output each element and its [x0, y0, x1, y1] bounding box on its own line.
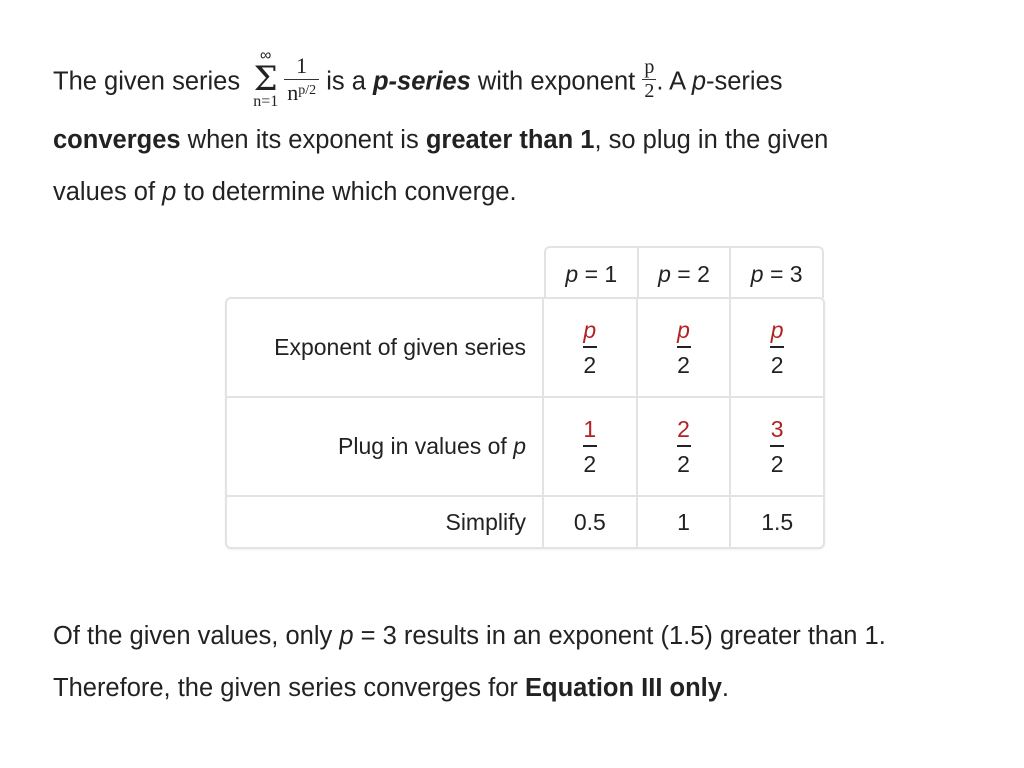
- fraction-numerator: 3: [770, 415, 784, 442]
- denominator-exponent: p/2: [298, 82, 317, 98]
- column-header-p1: p = 1: [546, 248, 639, 298]
- conclusion-text: .: [721, 674, 730, 702]
- p-var: p: [658, 261, 671, 287]
- sigma-icon: Σ: [253, 59, 278, 99]
- greater-than-1-term: greater than 1: [425, 126, 595, 154]
- fraction-denominator: 2: [677, 351, 690, 378]
- table-row-plug-in: Plug in values of p 12 22 32: [227, 398, 823, 497]
- row-label: Simplify: [227, 497, 544, 547]
- conclusion-paragraph: Of the given values, only p = 3 results …: [53, 610, 983, 714]
- italic-p: p: [162, 178, 177, 206]
- p-series-term: p-series: [372, 67, 471, 96]
- series-denominator: np/2: [284, 78, 320, 105]
- intro-text: values of: [53, 178, 156, 206]
- fraction-numerator: p: [583, 316, 597, 343]
- fraction-numerator: 2: [677, 415, 690, 442]
- table-cell: p2: [731, 299, 823, 396]
- fraction-denominator: 2: [583, 450, 597, 477]
- fraction-denominator: 2: [583, 351, 597, 378]
- fraction-numerator: p: [770, 316, 784, 343]
- denominator-base: n: [287, 79, 299, 105]
- table-row-exponent: Exponent of given series p2 p2 p2: [227, 299, 823, 398]
- header-value: = 3: [763, 261, 803, 287]
- exponent-fraction: p 2: [642, 56, 657, 102]
- row-label: Plug in values of p: [227, 398, 544, 495]
- p-var: p: [565, 261, 579, 287]
- row-label: Exponent of given series: [227, 299, 544, 396]
- intro-text: , so plug in the given: [594, 126, 829, 154]
- series-fraction: 1 np/2: [284, 52, 320, 105]
- table-cell: p2: [544, 299, 638, 396]
- intro-text: -series: [706, 67, 783, 96]
- converges-term: converges: [53, 126, 181, 154]
- fraction-denominator: 2: [677, 450, 690, 477]
- table-cell: 1.5: [761, 508, 794, 535]
- summation-lower-limit: n=1: [253, 93, 279, 110]
- intro-text: when its exponent is: [187, 126, 419, 154]
- italic-p: p: [339, 622, 354, 650]
- italic-p: p: [691, 67, 706, 96]
- series-numerator: 1: [296, 52, 308, 78]
- answer-term: Equation III only: [525, 674, 722, 702]
- table-cell: 22: [638, 398, 732, 495]
- conclusion-text: Of the given values, only: [53, 622, 333, 650]
- intro-text: . A: [656, 67, 685, 96]
- fraction-denominator: 2: [770, 351, 784, 378]
- table-header: p = 1 p = 2 p = 3: [544, 246, 824, 298]
- table-cell: 32: [731, 398, 823, 495]
- intro-paragraph: The given series ∞ Σ n=1 1 np/2 is a p-s…: [53, 48, 983, 218]
- exponent-denominator: 2: [642, 79, 657, 102]
- header-value: = 1: [578, 261, 618, 287]
- intro-text: is a: [326, 67, 366, 96]
- intro-text: The given series: [53, 67, 241, 96]
- fraction-denominator: 2: [770, 450, 784, 477]
- column-header-p3: p = 3: [731, 248, 822, 298]
- p-var: p: [750, 261, 764, 287]
- table-cell: 12: [544, 398, 638, 495]
- table-cell: 1: [638, 497, 732, 547]
- table-row-simplify: Simplify 0.5 1 1.5: [227, 497, 823, 547]
- exponent-numerator: p: [644, 56, 655, 78]
- table-cell: p2: [638, 299, 732, 396]
- fraction-numerator: p: [677, 316, 690, 343]
- intro-text: with exponent: [477, 67, 636, 96]
- row-label-text: Plug in values of: [338, 433, 514, 459]
- fraction-numerator: 1: [583, 415, 597, 442]
- table-cell: 0.5: [544, 497, 638, 547]
- header-value: = 2: [670, 261, 710, 287]
- intro-text: to determine which converge.: [183, 178, 517, 206]
- column-header-p2: p = 2: [639, 248, 732, 298]
- italic-p: p: [513, 433, 526, 459]
- summation-symbol: ∞ Σ n=1: [253, 48, 278, 110]
- table-body: Exponent of given series p2 p2 p2 Plug i…: [225, 297, 825, 549]
